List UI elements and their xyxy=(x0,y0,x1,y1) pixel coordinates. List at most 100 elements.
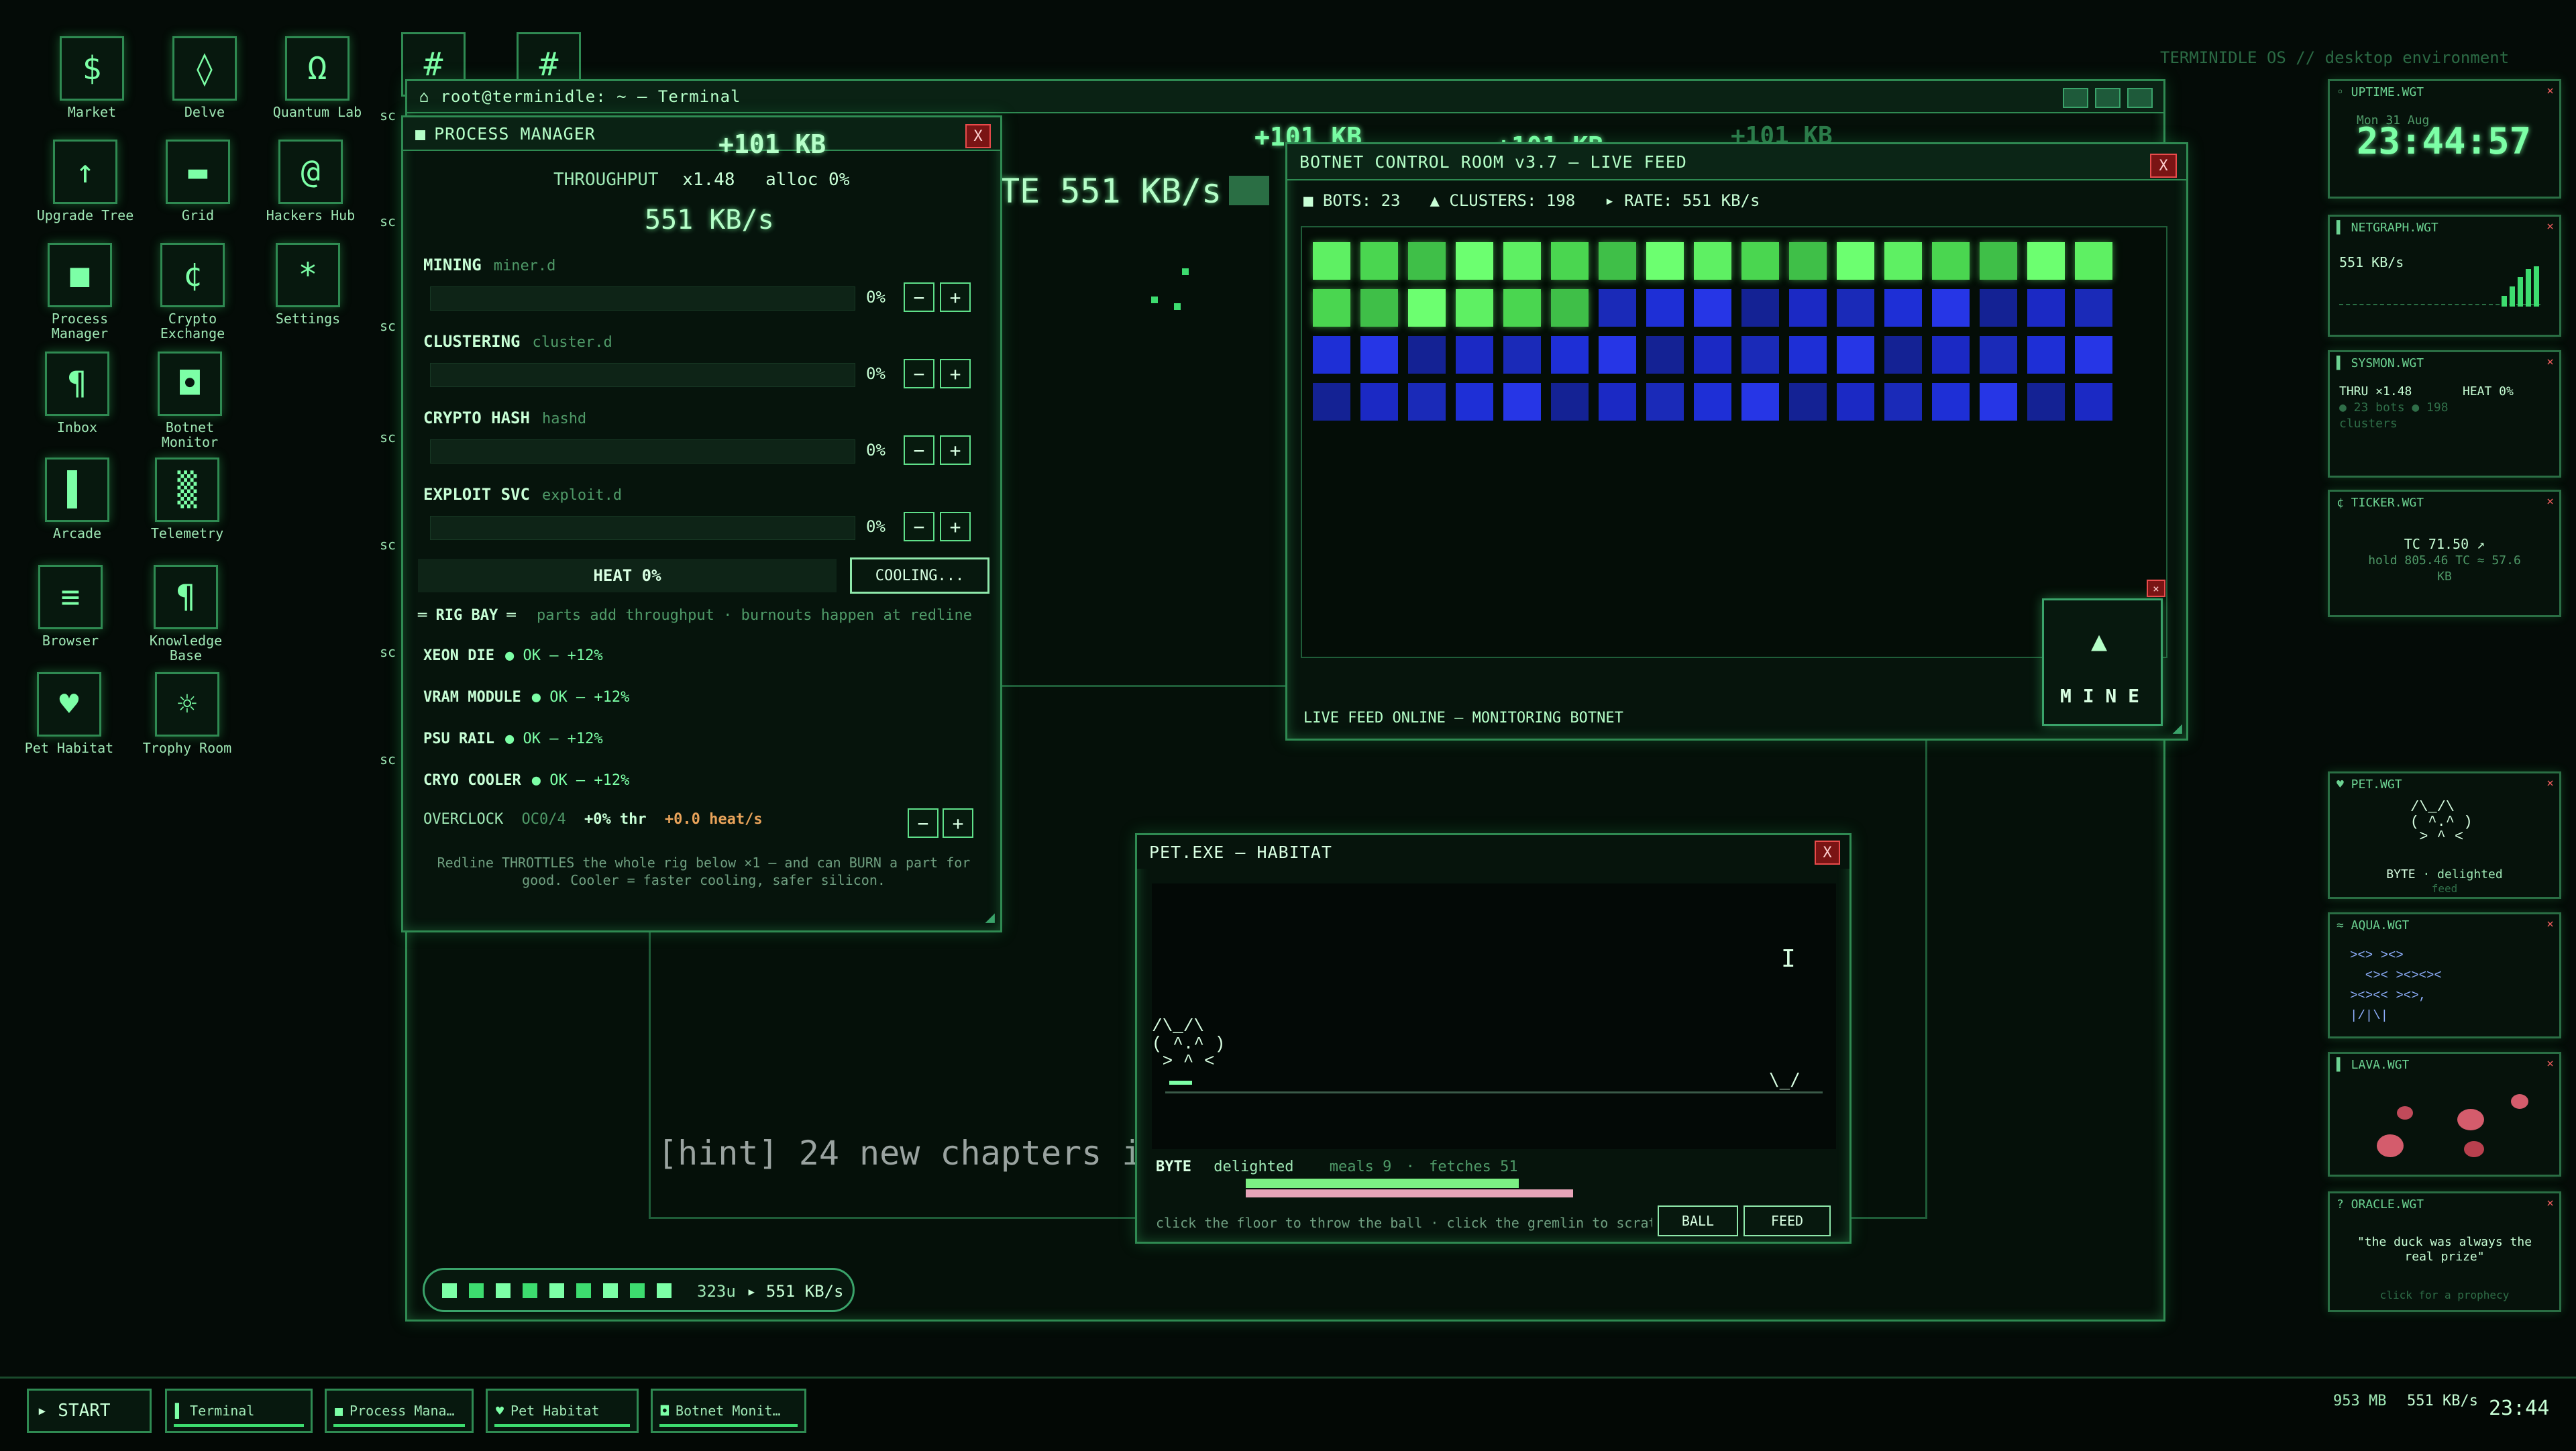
process-name: CLUSTERING xyxy=(423,332,521,351)
overclock-increase-button[interactable]: + xyxy=(943,808,973,838)
bot-cell-cluster xyxy=(1551,336,1589,374)
oracle-widget-close-button[interactable]: × xyxy=(2546,1196,2554,1210)
pet-feed-button[interactable]: FEED xyxy=(1743,1205,1831,1236)
sc-label: sc xyxy=(380,429,396,445)
uptime-widget[interactable]: ◦ UPTIME.WGT × Mon 31 Aug 23:44:57 xyxy=(2328,79,2561,199)
process-decrease-button[interactable]: − xyxy=(904,359,934,388)
window-controls xyxy=(2063,88,2153,108)
uptime-widget-close-button[interactable]: × xyxy=(2546,84,2554,98)
desktop-icon-settings[interactable]: * Settings xyxy=(258,243,358,326)
process-manager-titlebar[interactable]: ■ PROCESS MANAGER xyxy=(403,117,1000,151)
overclock-level: OC0/4 xyxy=(521,811,566,828)
pet-fetches: fetches 51 xyxy=(1429,1159,1518,1175)
process-decrease-button[interactable]: − xyxy=(904,435,934,465)
desktop-icon-telemetry[interactable]: ▒ Telemetry xyxy=(137,458,237,541)
oracle-widget[interactable]: ? ORACLE.WGT × "the duck was always the … xyxy=(2328,1191,2561,1312)
ticker-widget[interactable]: ¢ TICKER.WGT × TC 71.50 ↗ hold 805.46 TC… xyxy=(2328,490,2561,617)
bot-cell-cluster xyxy=(1599,383,1636,421)
desktop-icon-upgrade-tree[interactable]: ↑ Upgrade Tree xyxy=(35,140,136,223)
desktop-icon-browser[interactable]: ≡ Browser xyxy=(20,565,121,648)
taskbar-item-label: Botnet Monit… xyxy=(676,1403,781,1419)
taskbar-item-pet-habitat[interactable]: ♥ Pet Habitat xyxy=(486,1389,639,1433)
settings-button[interactable] xyxy=(2127,88,2153,108)
lava-widget[interactable]: ▌ LAVA.WGT × xyxy=(2328,1052,2561,1177)
process-daemon: hashd xyxy=(541,411,587,427)
rate-banner-block xyxy=(1229,176,1269,205)
pet-habitat-floor[interactable]: /\_/\ ( ^.^ ) > ^ < \_/ I xyxy=(1152,883,1836,1149)
desktop-icon-trophy-room[interactable]: ☼ Trophy Room xyxy=(137,672,237,755)
pet-ascii[interactable]: /\_/\ ( ^.^ ) > ^ < xyxy=(1152,1018,1225,1070)
pet-fetches-sep: · xyxy=(1405,1159,1415,1175)
desktop-icon-botnet-monitor[interactable]: ◘ Botnet Monitor xyxy=(140,352,240,449)
pet-widget-close-button[interactable]: × xyxy=(2546,776,2554,790)
process-increase-button[interactable]: + xyxy=(940,512,971,541)
resize-grip-icon[interactable]: ◢ xyxy=(2173,718,2182,737)
desktop-icon-inbox[interactable]: ¶ Inbox xyxy=(27,352,127,435)
desktop-icon-knowledge-base[interactable]: ¶ Knowledge Base xyxy=(136,565,236,663)
ticker-widget-close-button[interactable]: × xyxy=(2546,494,2554,508)
sysmon-widget-close-button[interactable]: × xyxy=(2546,355,2554,369)
desktop-icon-crypto-exchange[interactable]: ¢ Crypto Exchange xyxy=(142,243,243,341)
bot-cell-cluster xyxy=(1980,383,2017,421)
bot-cell-cluster xyxy=(1789,336,1827,374)
netgraph-widget[interactable]: ▌ NETGRAPH.WGT × 551 KB/s xyxy=(2328,215,2561,337)
pet-bar-track xyxy=(1246,1179,1742,1199)
desktop-icon-grid[interactable]: ▬ Grid xyxy=(148,140,248,223)
aqua-widget-close-button[interactable]: × xyxy=(2546,917,2554,931)
desktop-icon-quantum-lab[interactable]: Ω Quantum Lab xyxy=(267,36,368,119)
pet-window[interactable]: PET.EXE — HABITAT X /\_/\ ( ^.^ ) > ^ < … xyxy=(1135,833,1851,1244)
aqua-widget-title: ≈ AQUA.WGT xyxy=(2337,918,2410,932)
pet-close-button[interactable]: X xyxy=(1815,841,1840,865)
desktop-icon-glyph: ☼ xyxy=(155,672,219,737)
bot-cell-online xyxy=(1980,242,2017,280)
sysmon-widget[interactable]: ▌ SYSMON.WGT × THRU ×1.48 HEAT 0% ● 23 b… xyxy=(2328,350,2561,478)
overclock-label: OVERCLOCK xyxy=(423,811,504,828)
taskbar-item-process-mana-[interactable]: ■ Process Mana… xyxy=(325,1389,474,1433)
process-increase-button[interactable]: + xyxy=(940,435,971,465)
minimize-button[interactable] xyxy=(2063,88,2088,108)
start-button[interactable]: ▸ START xyxy=(27,1389,152,1433)
ticker-price: TC 71.50 ↗ xyxy=(2404,536,2485,552)
cooling-button[interactable]: COOLING... xyxy=(850,557,989,594)
pet-widget[interactable]: ♥ PET.WGT × /\_/\ ( ^.^ ) > ^ < BYTE · d… xyxy=(2328,771,2561,899)
pet-ball-button[interactable]: BALL xyxy=(1658,1205,1738,1236)
botnet-close-button[interactable]: X xyxy=(2150,154,2177,178)
bot-cell-online xyxy=(1408,289,1446,327)
resize-grip-icon[interactable]: ◢ xyxy=(985,908,995,926)
process-manager-window[interactable]: ■ PROCESS MANAGER X +101 KB THROUGHPUT x… xyxy=(401,115,1002,932)
desktop-icon-pet-habitat[interactable]: ♥ Pet Habitat xyxy=(19,672,119,755)
taskbar-item-label: Terminal xyxy=(190,1403,255,1419)
desktop-icon-delve[interactable]: ◊ Delve xyxy=(154,36,255,119)
terminal-titlebar[interactable]: ⌂ root@terminidle: ~ — Terminal xyxy=(407,81,2163,113)
desktop-icon-process-manager[interactable]: ■ Process Manager xyxy=(30,243,130,341)
desktop-icon-hackers-hub[interactable]: @ Hackers Hub xyxy=(260,140,361,223)
taskbar-item-underline xyxy=(494,1424,630,1427)
bot-cell-online xyxy=(1932,242,1970,280)
process-increase-button[interactable]: + xyxy=(940,359,971,388)
process-decrease-button[interactable]: − xyxy=(904,282,934,312)
overclock-decrease-button[interactable]: − xyxy=(908,808,938,838)
botnet-titlebar[interactable]: BOTNET CONTROL ROOM v3.7 — LIVE FEED xyxy=(1287,144,2186,180)
taskbar-item-terminal[interactable]: ▌ Terminal xyxy=(165,1389,313,1433)
lava-widget-close-button[interactable]: × xyxy=(2546,1057,2554,1071)
mine-close-button[interactable]: × xyxy=(2147,580,2165,597)
sc-label: sc xyxy=(380,751,396,767)
pet-hunger-bar xyxy=(1246,1179,1519,1188)
process-increase-button[interactable]: + xyxy=(940,282,971,312)
pet-titlebar[interactable]: PET.EXE — HABITAT xyxy=(1137,835,1849,869)
bot-cell-cluster xyxy=(1980,289,2017,327)
process-manager-close-button[interactable]: X xyxy=(965,124,991,148)
desktop-icon-arcade[interactable]: ▌ Arcade xyxy=(27,458,127,541)
taskbar-item-botnet-monit-[interactable]: ◘ Botnet Monit… xyxy=(651,1389,806,1433)
pet-title: PET.EXE — HABITAT xyxy=(1149,842,1332,862)
maximize-button[interactable] xyxy=(2095,88,2121,108)
rig-part-status: ● OK — +12% xyxy=(504,731,603,747)
desktop-icon-market[interactable]: $ Market xyxy=(42,36,142,119)
mine-button[interactable]: ▲ M I N E xyxy=(2042,598,2163,726)
aqua-widget[interactable]: ≈ AQUA.WGT × ><> ><> <>< ><><>< ><><< ><… xyxy=(2328,912,2561,1038)
desktop-icon-label: Grid xyxy=(181,207,215,223)
bot-cell-online xyxy=(1360,242,1398,280)
netgraph-widget-close-button[interactable]: × xyxy=(2546,219,2554,233)
process-decrease-button[interactable]: − xyxy=(904,512,934,541)
process-alloc-pct: 0% xyxy=(866,288,885,307)
